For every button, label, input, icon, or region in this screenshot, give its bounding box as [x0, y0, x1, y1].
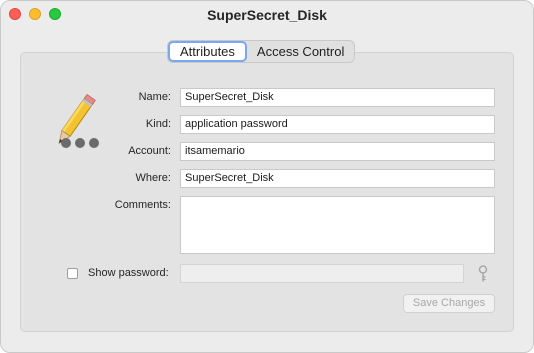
- password-field: [180, 264, 464, 283]
- tab-bar: Attributes Access Control: [167, 40, 356, 63]
- title-bar: SuperSecret_Disk: [1, 1, 533, 29]
- tab-access-control[interactable]: Access Control: [247, 41, 354, 62]
- show-password-checkbox[interactable]: [67, 268, 78, 279]
- comments-label: Comments:: [114, 199, 171, 211]
- password-dots: [61, 138, 99, 148]
- show-password-label: Show password:: [88, 267, 169, 279]
- account-field[interactable]: itsamemario: [180, 142, 495, 161]
- keychain-item-window: SuperSecret_Disk Attributes Access Contr…: [0, 0, 534, 353]
- name-label: Name:: [138, 91, 171, 103]
- kind-label: Kind:: [145, 118, 171, 130]
- tab-attributes[interactable]: Attributes: [168, 41, 247, 62]
- where-field[interactable]: SuperSecret_Disk: [180, 169, 495, 188]
- name-field[interactable]: SuperSecret_Disk: [180, 88, 495, 107]
- where-label: Where:: [135, 172, 171, 184]
- save-changes-button[interactable]: Save Changes: [403, 294, 495, 313]
- key-icon[interactable]: [477, 265, 489, 283]
- kind-field[interactable]: application password: [180, 115, 495, 134]
- window-title: SuperSecret_Disk: [207, 7, 327, 23]
- comments-field[interactable]: [180, 196, 495, 254]
- account-label: Account:: [128, 145, 171, 157]
